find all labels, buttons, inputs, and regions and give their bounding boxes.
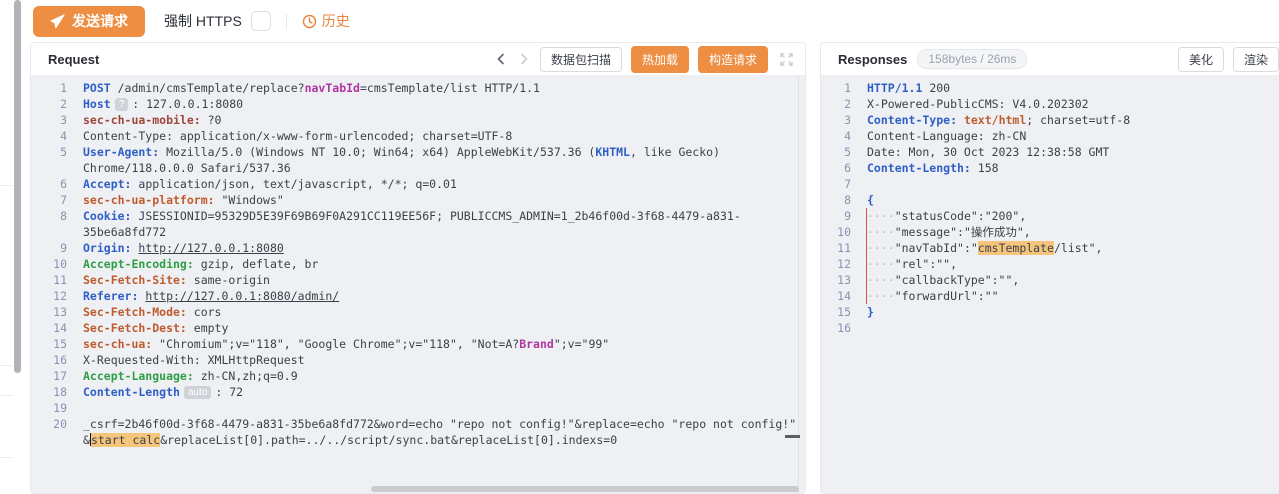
code-line[interactable]: 16X-Requested-With: XMLHttpRequest [31,352,805,368]
editor-gutter-line [798,76,799,493]
response-meta-badge: 158bytes / 26ms [917,49,1027,69]
code-line[interactable]: 15} [821,304,1279,320]
code-line[interactable]: 2X-Powered-PublicCMS: V4.0.202302 [821,96,1279,112]
code-line[interactable]: 12····"rel":"", [821,256,1279,272]
code-line[interactable]: 11····"navTabId":"cmsTemplate/list", [821,240,1279,256]
code-line[interactable]: 15sec-ch-ua: "Chromium";v="118", "Google… [31,336,805,352]
history-back-icon[interactable] [494,52,508,66]
code-line[interactable]: 1HTTP/1.1 200 [821,80,1279,96]
code-line[interactable]: 11Sec-Fetch-Site: same-origin [31,272,805,288]
code-line[interactable]: 10Accept-Encoding: gzip, deflate, br [31,256,805,272]
history-label: 历史 [322,11,350,31]
code-line[interactable]: 7 [821,176,1279,192]
code-line[interactable]: 8Cookie: JSESSIONID=95329D5E39F69B69F0A2… [31,208,805,240]
code-line[interactable]: 5Date: Mon, 30 Oct 2023 12:38:58 GMT [821,144,1279,160]
code-line[interactable]: 9····"statusCode":"200", [821,208,1279,224]
code-line[interactable]: 19 [31,400,805,416]
response-panel-title: Responses [838,52,907,67]
response-viewer[interactable]: 1HTTP/1.1 2002X-Powered-PublicCMS: V4.0.… [821,76,1279,493]
send-request-button[interactable]: 发送请求 [33,6,145,37]
request-panel: Request 数据包扫描 热加载 构造请求 [30,42,806,494]
response-panel-header: Responses 158bytes / 26ms 美化 渲染 [821,43,1279,76]
code-line[interactable]: 3sec-ch-ua-mobile: ?0 [31,112,805,128]
render-button[interactable]: 渲染 [1233,47,1279,72]
code-line[interactable]: 5User-Agent: Mozilla/5.0 (Windows NT 10.… [31,144,805,176]
response-header-controls: 美化 渲染 [1178,47,1279,72]
horizontal-scrollbar[interactable] [371,486,799,492]
request-header-controls: 数据包扫描 热加载 构造请求 [494,46,795,73]
vertical-scrollbar[interactable] [14,0,21,373]
main-area: 发送请求 强制 HTTPS 历史 Request [24,0,1279,494]
send-request-label: 发送请求 [72,11,128,31]
code-line[interactable]: 14····"forwardUrl":"" [821,288,1279,304]
history-button[interactable]: 历史 [302,11,350,31]
toolbar-divider [286,14,287,29]
send-icon [50,14,65,29]
clock-icon [302,14,317,29]
packet-scan-button[interactable]: 数据包扫描 [540,47,622,72]
scroll-ruler-mark [785,435,800,438]
code-line[interactable]: 17Accept-Language: zh-CN,zh;q=0.9 [31,368,805,384]
code-line[interactable]: 13Sec-Fetch-Mode: cors [31,304,805,320]
code-line[interactable]: 1POST /admin/cmsTemplate/replace?navTabI… [31,80,805,96]
fullscreen-icon[interactable] [780,53,793,66]
divider [0,185,13,186]
toolbar: 发送请求 强制 HTTPS 历史 [24,0,1279,42]
code-line[interactable]: 7sec-ch-ua-platform: "Windows" [31,192,805,208]
response-panel: Responses 158bytes / 26ms 美化 渲染 1HTTP/1.… [820,42,1279,494]
code-line[interactable]: 16 [821,320,1279,336]
force-https-checkbox[interactable] [251,11,271,31]
code-line[interactable]: 12Referer: http://127.0.0.1:8080/admin/ [31,288,805,304]
code-line[interactable]: 6Accept: application/json, text/javascri… [31,176,805,192]
divider [0,395,13,396]
code-line[interactable]: 3Content-Type: text/html; charset=utf-8 [821,112,1279,128]
code-line[interactable]: 18Content-Lengthauto: 72 [31,384,805,400]
code-line[interactable]: 6Content-Length: 158 [821,160,1279,176]
app-window: 发送请求 强制 HTTPS 历史 Request [0,0,1279,494]
code-line[interactable]: 14Sec-Fetch-Dest: empty [31,320,805,336]
code-line[interactable]: 4Content-Language: zh-CN [821,128,1279,144]
history-forward-icon[interactable] [517,52,531,66]
divider [0,365,13,366]
code-line[interactable]: 10····"message":"操作成功", [821,224,1279,240]
code-line[interactable]: 2Host?: 127.0.0.1:8080 [31,96,805,112]
hot-reload-button[interactable]: 热加载 [631,46,689,73]
code-line[interactable]: 20_csrf=2b46f00d-3f68-4479-a831-35be6a8f… [31,416,805,448]
panels-row: Request 数据包扫描 热加载 构造请求 [30,42,1279,494]
divider [0,457,13,458]
background-panel-sliver [0,0,24,494]
request-editor[interactable]: 1POST /admin/cmsTemplate/replace?navTabI… [31,76,805,493]
force-https-label: 强制 HTTPS [164,11,242,31]
request-panel-header: Request 数据包扫描 热加载 构造请求 [31,43,805,76]
beautify-button[interactable]: 美化 [1178,47,1224,72]
code-line[interactable]: 8{ [821,192,1279,208]
code-line[interactable]: 9Origin: http://127.0.0.1:8080 [31,240,805,256]
build-request-button[interactable]: 构造请求 [698,46,768,73]
code-line[interactable]: 13····"callbackType":"", [821,272,1279,288]
request-panel-title: Request [48,52,99,67]
code-line[interactable]: 4Content-Type: application/x-www-form-ur… [31,128,805,144]
